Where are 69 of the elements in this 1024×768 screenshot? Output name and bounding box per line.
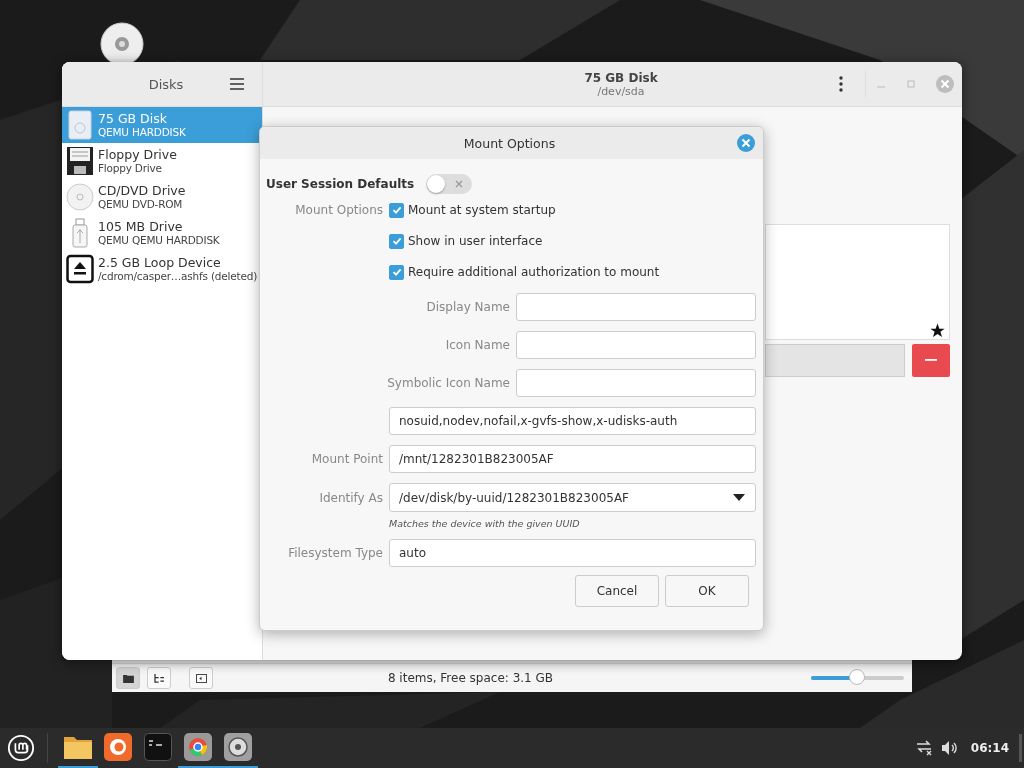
x-icon xyxy=(455,180,464,188)
folder-icon xyxy=(122,673,134,683)
device-name: Floppy Drive xyxy=(98,147,177,162)
tree-view-button[interactable] xyxy=(147,667,171,689)
cancel-button[interactable]: Cancel xyxy=(575,575,659,607)
input-field[interactable]: /mnt/1282301B823005AF xyxy=(389,445,756,473)
volume-icon[interactable] xyxy=(940,740,959,756)
icons-view-button[interactable] xyxy=(116,667,140,689)
device-name: CD/DVD Drive xyxy=(98,183,186,198)
device-name: 75 GB Disk xyxy=(98,111,168,126)
input-field[interactable]: auto xyxy=(389,539,756,567)
field-label: Symbolic Icon Name xyxy=(386,376,510,390)
device-name: 2.5 GB Loop Device xyxy=(98,255,222,270)
field-label: Display Name xyxy=(425,300,510,314)
check-icon xyxy=(391,267,402,277)
tree-icon xyxy=(153,673,165,683)
browser-icon xyxy=(184,733,212,761)
hint-text: Matches the device with the given UUID xyxy=(389,518,580,529)
checkbox[interactable]: Show in user interface xyxy=(389,233,543,249)
ok-button[interactable]: OK xyxy=(665,575,749,607)
device-model: QEMU HARDDISK xyxy=(98,126,186,139)
minus-icon xyxy=(923,359,939,362)
clock[interactable]: 06:14 xyxy=(970,741,1009,755)
device-item[interactable]: CD/DVD Drive QEMU DVD-ROM xyxy=(62,179,262,215)
device-model: Floppy Drive xyxy=(98,162,163,175)
device-model: /cdrom/casper…ashfs (deleted) xyxy=(98,270,258,283)
field-label: Mount Point xyxy=(310,452,383,466)
session-defaults-label: User Session Defaults xyxy=(266,177,415,191)
field-label: Mount Options xyxy=(294,203,383,217)
disc-icon xyxy=(66,182,94,212)
zoom-slider[interactable] xyxy=(811,669,904,687)
input-field[interactable] xyxy=(516,331,756,359)
device-model: QEMU QEMU HARDDISK xyxy=(98,234,220,247)
input-field[interactable]: nosuid,nodev,nofail,x-gvfs-show,x-udisks-auth xyxy=(389,407,756,435)
folder-icon xyxy=(63,734,93,760)
sidebar-icon xyxy=(195,673,207,683)
star-icon xyxy=(930,323,945,338)
floppy-icon xyxy=(66,146,94,176)
field-label: Icon Name xyxy=(444,338,510,352)
window-title: 75 GB Disk xyxy=(584,70,658,85)
caret-icon xyxy=(733,494,745,501)
dialog-title: Mount Options xyxy=(462,135,557,151)
network-icon[interactable] xyxy=(914,740,933,756)
close-icon[interactable] xyxy=(737,134,755,152)
check-icon xyxy=(391,205,402,215)
device-item[interactable]: 105 MB Drive QEMU QEMU HARDDISK xyxy=(62,215,262,251)
field-label: Identify As xyxy=(318,490,383,505)
browser-icon xyxy=(104,733,132,761)
checkbox[interactable]: Mount at system startup xyxy=(389,202,556,218)
input-field[interactable] xyxy=(516,293,756,321)
menu-logo-icon[interactable] xyxy=(7,734,35,762)
toggle-switch[interactable] xyxy=(426,174,473,194)
device-model: QEMU DVD-ROM xyxy=(98,198,184,211)
status-text: 8 items, Free space: 3.1 GB xyxy=(386,671,555,685)
check-icon xyxy=(391,236,402,246)
field-label: Filesystem Type xyxy=(287,546,383,560)
checkbox[interactable]: Require additional authorization to mount xyxy=(389,264,660,280)
device-item[interactable]: Floppy Drive Floppy Drive xyxy=(62,143,262,179)
sidebar-view-button[interactable] xyxy=(189,667,213,689)
dropdown[interactable]: /dev/disk/by-uuid/1282301B823005AF xyxy=(389,483,756,512)
sidebar-title: Disks xyxy=(147,76,185,92)
more-icon[interactable] xyxy=(839,76,843,92)
terminal-icon xyxy=(144,733,172,761)
eject-icon xyxy=(66,254,94,284)
input-field[interactable] xyxy=(516,369,756,397)
device-item[interactable]: 2.5 GB Loop Device /cdrom/casper…ashfs (deleted) xyxy=(62,251,262,287)
device-name: 105 MB Drive xyxy=(98,219,184,234)
menu-icon[interactable] xyxy=(230,78,244,90)
window-subtitle: /dev/sda xyxy=(597,84,645,98)
